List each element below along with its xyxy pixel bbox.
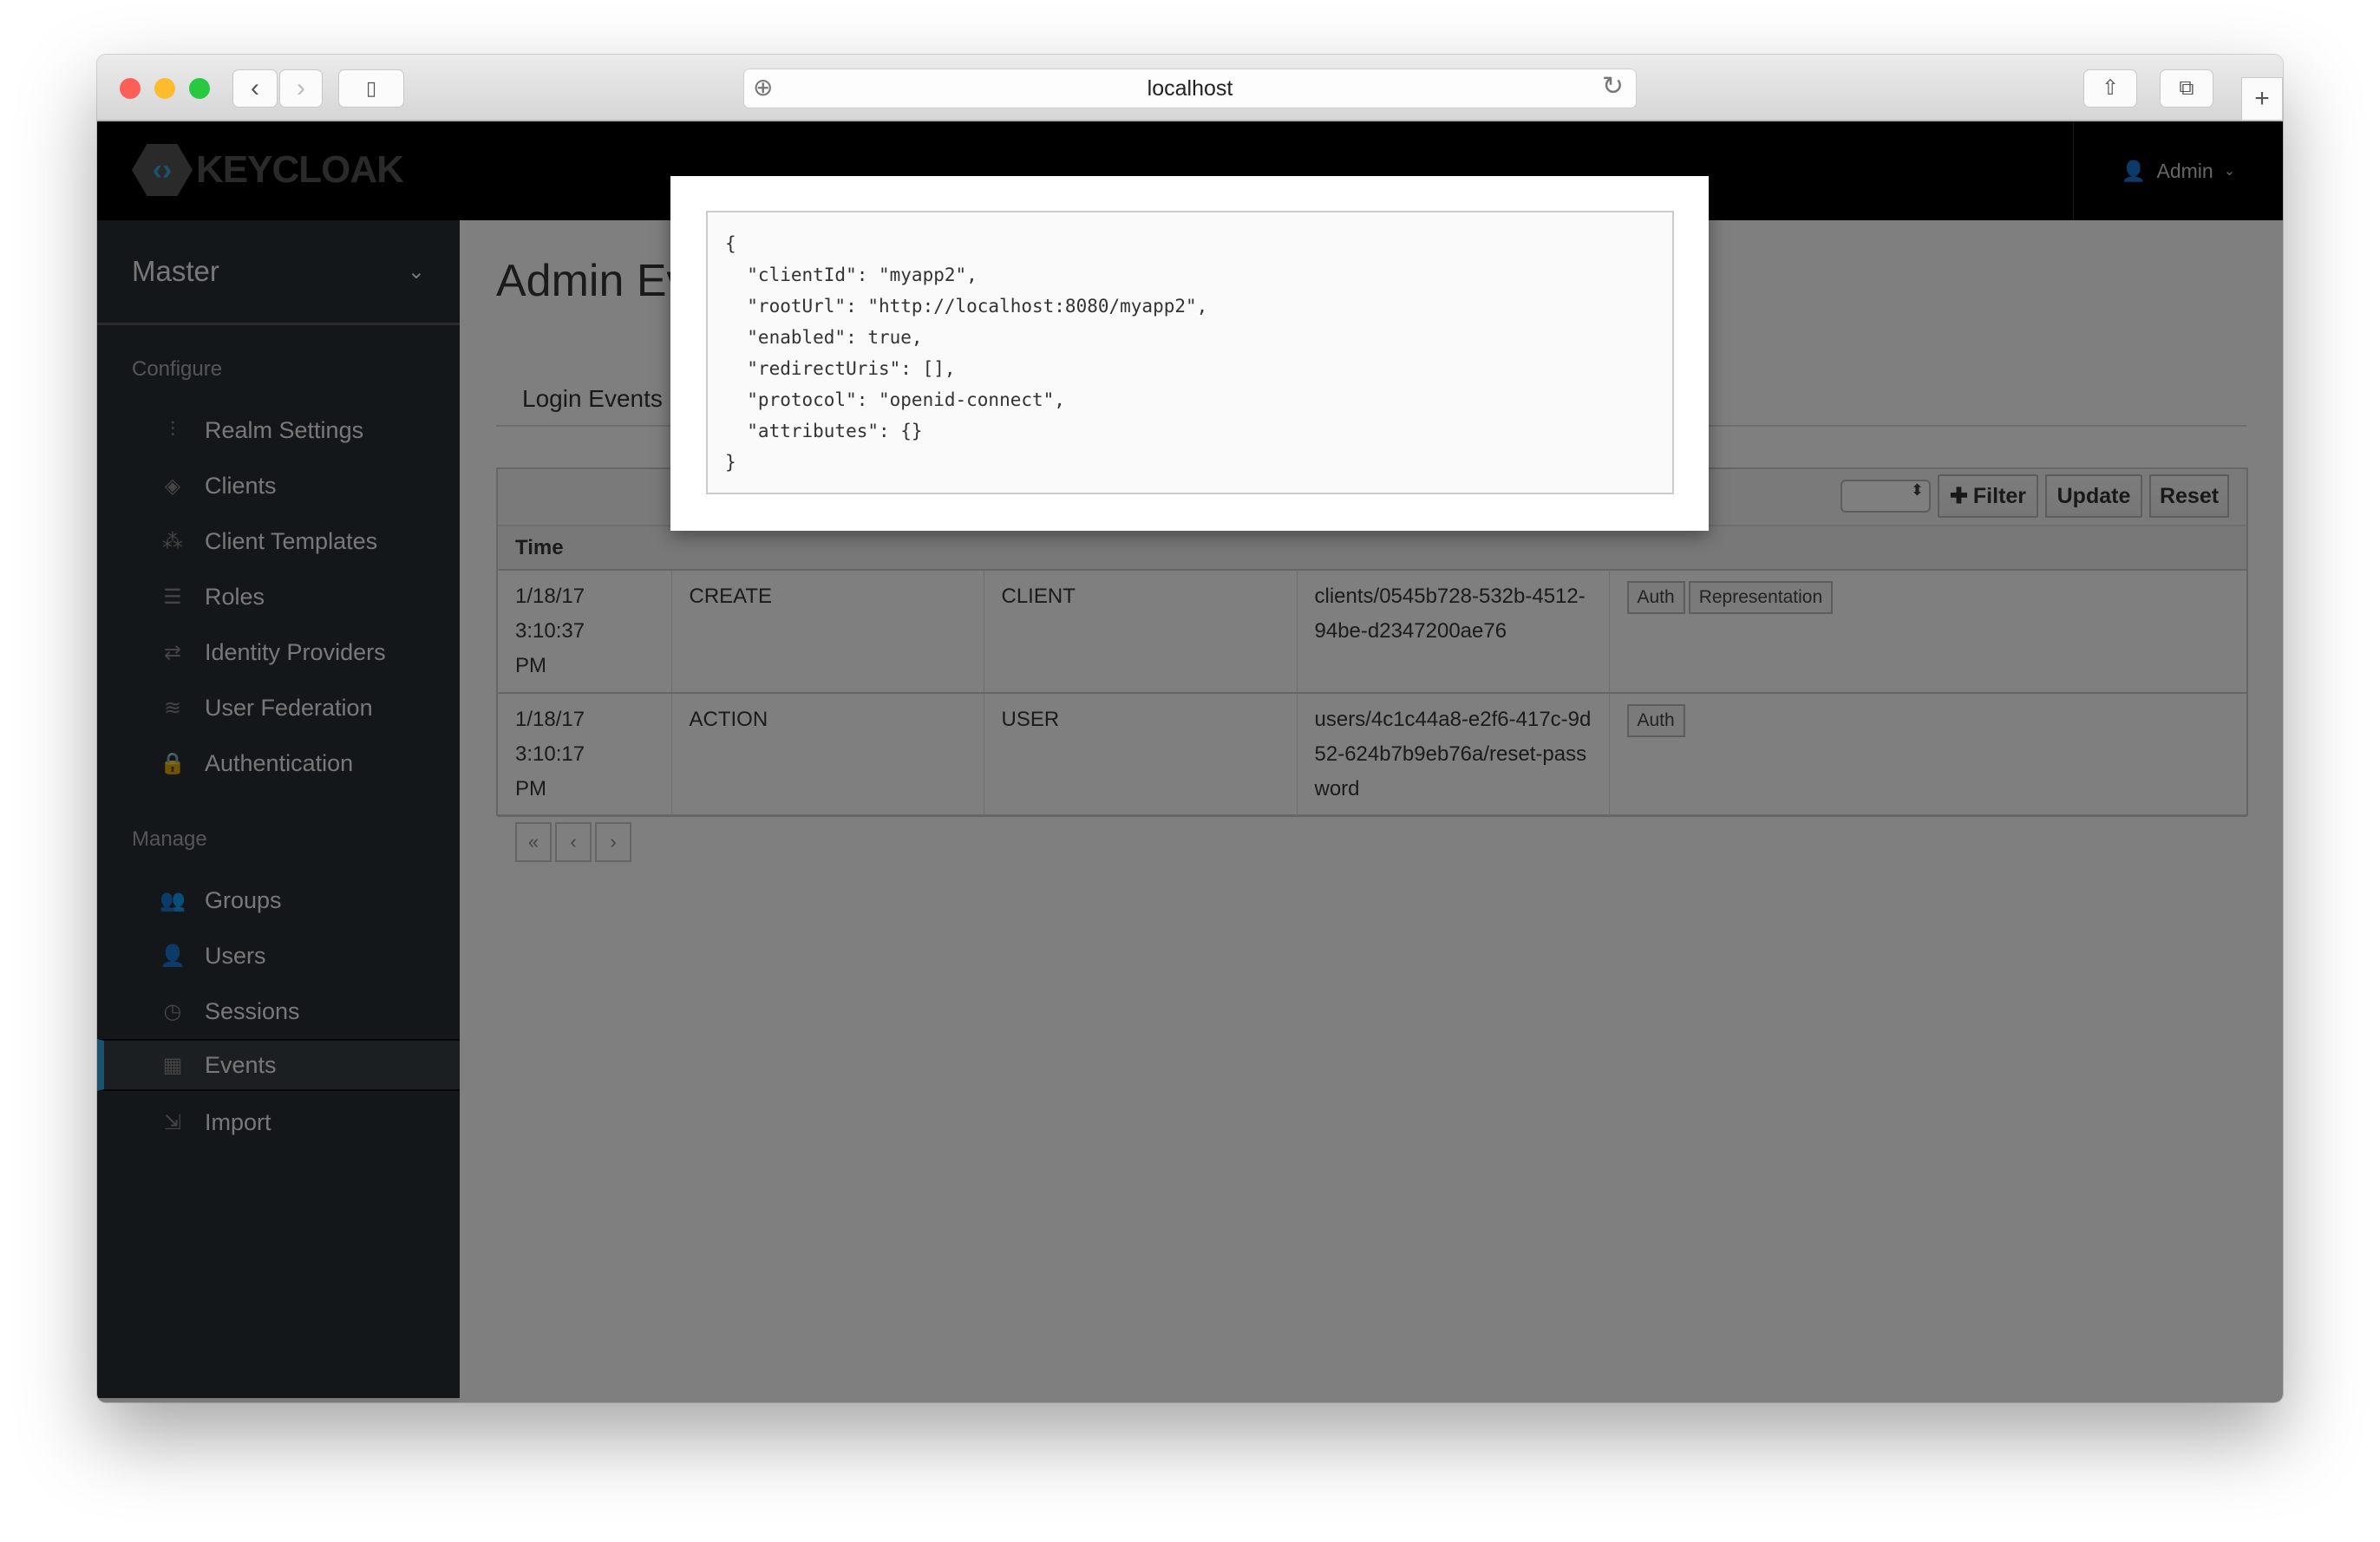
sidebar-toggle-button[interactable]: ▯ bbox=[338, 69, 404, 108]
browser-window: ‹ › ▯ ⊕ localhost ↻ ⇧ ⧉ + ‹› KEYCLOAK 👤 … bbox=[97, 55, 2283, 1402]
back-button[interactable]: ‹ bbox=[232, 69, 278, 108]
forward-button[interactable]: › bbox=[279, 69, 323, 108]
json-representation: { "clientId": "myapp2", "rootUrl": "http… bbox=[706, 211, 1674, 494]
tabs-button[interactable]: ⧉ bbox=[2160, 69, 2213, 108]
sidebar-icon: ▯ bbox=[365, 77, 377, 99]
representation-modal: { "clientId": "myapp2", "rootUrl": "http… bbox=[670, 176, 1709, 531]
reload-icon[interactable]: ↻ bbox=[1602, 71, 1624, 101]
minimize-window-button[interactable] bbox=[154, 78, 175, 99]
new-tab-button[interactable]: + bbox=[2241, 77, 2283, 121]
tabs-icon: ⧉ bbox=[2179, 76, 2194, 100]
close-window-button[interactable] bbox=[120, 78, 141, 99]
chevron-right-icon: › bbox=[297, 74, 305, 102]
url-text: localhost bbox=[1147, 75, 1233, 101]
browser-titlebar: ‹ › ▯ ⊕ localhost ↻ ⇧ ⧉ + bbox=[97, 55, 2283, 121]
add-icon[interactable]: ⊕ bbox=[753, 73, 773, 101]
share-button[interactable]: ⇧ bbox=[2083, 69, 2137, 108]
plus-icon: + bbox=[2254, 84, 2270, 113]
chevron-left-icon: ‹ bbox=[251, 74, 259, 102]
address-bar[interactable]: ⊕ localhost ↻ bbox=[743, 69, 1637, 108]
share-icon: ⇧ bbox=[2101, 76, 2120, 100]
maximize-window-button[interactable] bbox=[189, 78, 210, 99]
